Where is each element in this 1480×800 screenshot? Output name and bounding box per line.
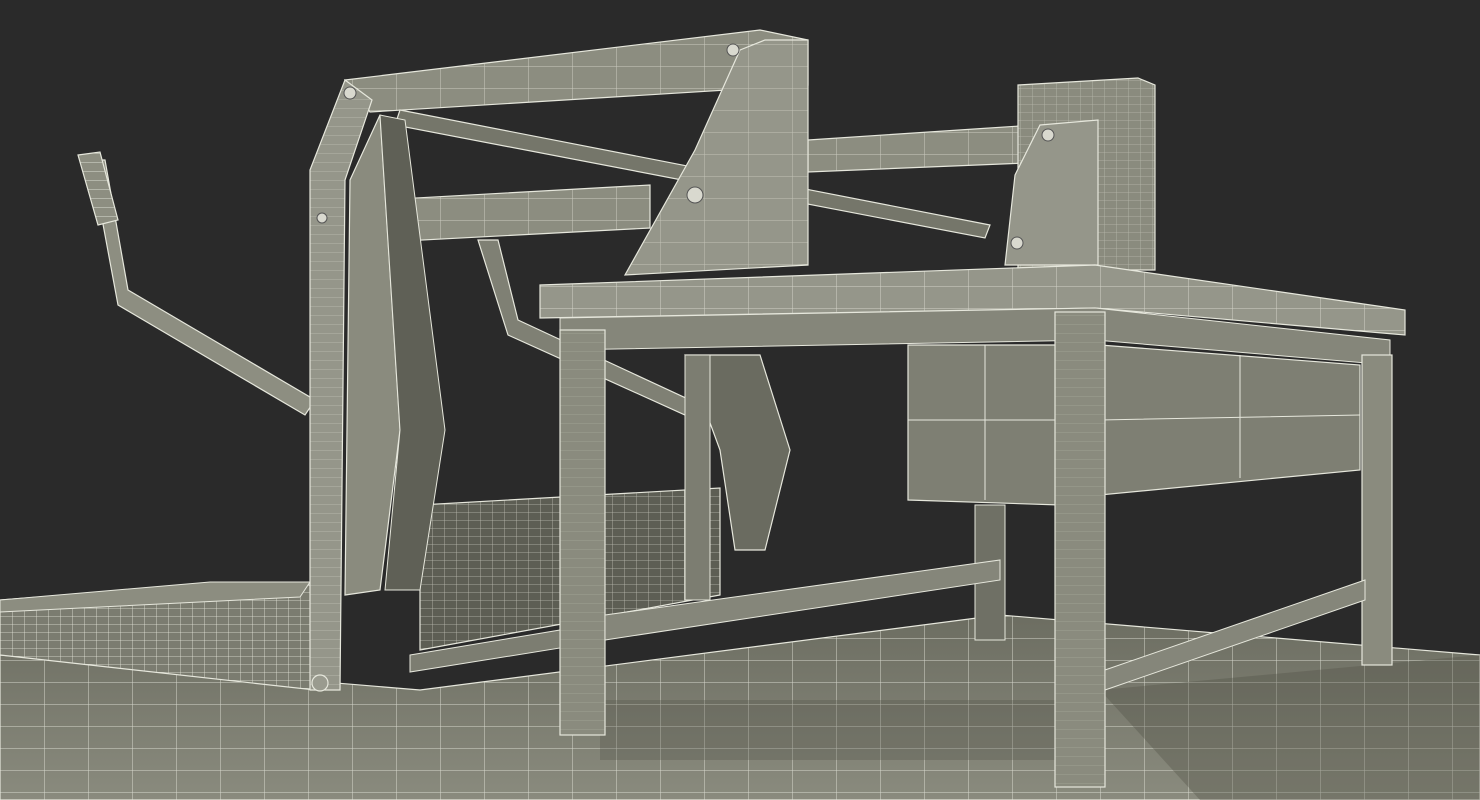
left-handle-bar: [77, 151, 316, 416]
wireframe-render-viewport: [0, 0, 1480, 800]
wireframe-scene: [0, 29, 1480, 800]
table-drawer: [907, 344, 1361, 506]
right-tower: [1004, 77, 1156, 271]
rear-support-plate: [684, 354, 791, 601]
